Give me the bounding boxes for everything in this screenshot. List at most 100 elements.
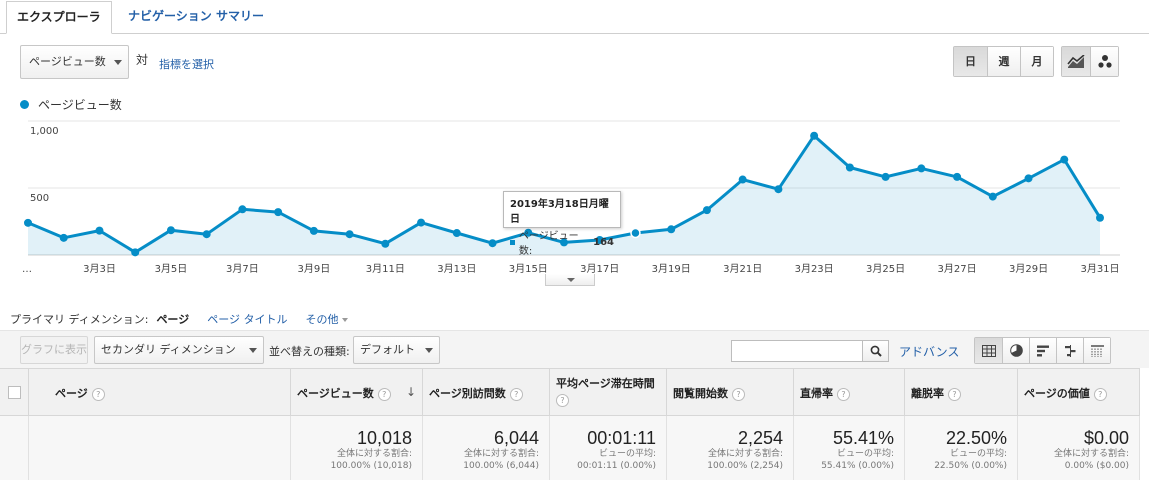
help-icon[interactable]: ? [91, 387, 105, 401]
x-tick-label: 3月23日 [795, 263, 834, 275]
x-tick-label: 3月29日 [1009, 263, 1048, 275]
tooltip-series-swatch [510, 239, 515, 245]
metric-select[interactable]: ページビュー数 [20, 45, 129, 79]
col-header-label: 離脱率 [911, 387, 944, 400]
tab-explorer[interactable]: エクスプローラ [6, 1, 112, 34]
col-header-page[interactable]: ページ? [28, 369, 290, 416]
tab-navigation-summary[interactable]: ナビゲーション サマリー [118, 1, 274, 34]
col-header-pageviews[interactable]: ページビュー数? ↓ [290, 369, 422, 416]
tooltip-date: 2019年3月18日月曜日 [510, 199, 609, 225]
table-toolbar: グラフに表示 セカンダリ ディメンション 並べ替えの種類: デフォルト アドバン… [0, 330, 1149, 368]
dimension-page[interactable]: ページ [156, 311, 189, 327]
legend-label: ページビュー数 [38, 98, 122, 112]
data-point [131, 248, 140, 257]
totals-checkbox-cell [0, 416, 28, 480]
col-header-avg-time[interactable]: 平均ページ滞在時間 ? [549, 369, 666, 416]
dimension-other-label: その他 [305, 313, 339, 326]
col-header-label: ページの価値 [1024, 387, 1090, 400]
comparison-icon [1064, 344, 1075, 357]
motion-chart-button[interactable] [1090, 47, 1118, 76]
help-icon[interactable]: ? [732, 387, 745, 401]
sort-descending-icon: ↓ [405, 385, 416, 399]
primary-dimension-label: プライマリ ディメンション: [10, 313, 149, 326]
total-avg-time: 00:01:11 ビューの平均: 00:01:11 (0.00%) [549, 416, 666, 480]
chart-collapse-handle[interactable] [545, 274, 595, 286]
chevron-down-icon [249, 348, 257, 353]
table-view-pivot-button[interactable] [1083, 338, 1110, 363]
help-icon[interactable]: ? [509, 387, 523, 401]
x-tick-label: 3月13日 [437, 263, 476, 275]
help-icon[interactable]: ? [1093, 387, 1107, 401]
col-header-exit-rate[interactable]: 離脱率? [904, 369, 1017, 416]
data-point [917, 164, 926, 173]
table-view-bar-button[interactable] [1029, 338, 1056, 363]
data-point [59, 233, 68, 242]
total-sub-value: 100.00% (6,044) [463, 461, 539, 471]
x-tick-label: 3月19日 [652, 263, 691, 275]
choose-metric-link[interactable]: 指標を選択 [159, 56, 214, 72]
data-point [345, 230, 354, 239]
table-view-data-button[interactable] [975, 338, 1002, 363]
total-value: 10,018 [356, 428, 412, 448]
col-header-entrances[interactable]: 閲覧開始数? [666, 369, 793, 416]
table-view-comparison-button[interactable] [1056, 338, 1083, 363]
data-point [702, 206, 711, 215]
total-sub-value: 100.00% (2,254) [707, 461, 783, 471]
total-sub-label: ビューの平均: [598, 449, 656, 459]
total-value: 2,254 [737, 428, 783, 448]
select-all-cell [0, 369, 28, 416]
plot-rows-button[interactable]: グラフに表示 [20, 336, 88, 364]
help-icon[interactable]: ? [837, 387, 850, 401]
dimension-other[interactable]: その他 [306, 311, 348, 327]
chart-tooltip: 2019年3月18日月曜日 ページビュー数: 164 [503, 191, 621, 257]
data-point [417, 218, 426, 227]
total-page-value: $0.00 全体に対する割合: 0.00% ($0.00) [1017, 416, 1140, 480]
period-month-button[interactable]: 月 [1020, 47, 1053, 76]
period-day-button[interactable]: 日 [954, 47, 987, 76]
grid-table-icon [981, 344, 996, 357]
total-sub-label: 全体に対する割合: [707, 449, 783, 459]
help-icon[interactable]: ? [377, 387, 391, 401]
search-button[interactable] [862, 340, 889, 362]
table-view-pie-button[interactable] [1002, 338, 1029, 363]
col-header-page-value[interactable]: ページの価値? [1017, 369, 1140, 416]
period-week-button[interactable]: 週 [987, 47, 1020, 76]
total-value: 22.50% [945, 428, 1007, 448]
bar-chart-icon [1036, 345, 1049, 356]
sort-type-select[interactable]: デフォルト [353, 336, 440, 364]
search-icon [870, 345, 882, 357]
sort-type-value: デフォルト [360, 343, 415, 356]
data-point [1096, 213, 1104, 222]
x-tick-label: 3月31日 [1080, 263, 1119, 275]
help-icon[interactable]: ? [948, 387, 961, 401]
sort-type-label: 並べ替えの種類: [269, 345, 350, 358]
help-icon[interactable]: ? [556, 394, 569, 407]
data-point [953, 172, 962, 181]
total-sub-value: 00:01:11 (0.00%) [577, 461, 656, 471]
total-value: $0.00 [1083, 428, 1129, 448]
col-header-label: ページビュー数 [297, 387, 374, 400]
table-header: ページ? ページビュー数? ↓ ページ別訪問数? 平均ページ滞在時間 ? 閲覧開… [0, 368, 1140, 416]
x-tick-label: 3月9日 [297, 263, 330, 275]
total-sub-label: 全体に対する割合: [336, 449, 412, 459]
secondary-dimension-select[interactable]: セカンダリ ディメンション [94, 336, 264, 364]
data-point [381, 239, 390, 248]
col-header-label: 直帰率 [800, 387, 833, 400]
metric-select-value: ページビュー数 [29, 55, 106, 68]
select-all-checkbox[interactable] [8, 386, 21, 399]
advanced-filter-link[interactable]: アドバンス [899, 343, 959, 360]
total-value: 55.41% [832, 428, 894, 448]
data-point [667, 225, 676, 234]
table-search-input[interactable] [731, 340, 863, 362]
line-chart-button[interactable] [1062, 47, 1090, 76]
data-point [738, 175, 747, 184]
data-point [488, 239, 497, 248]
tooltip-value: 164 [593, 236, 614, 248]
tooltip-label: ページビュー数: [518, 231, 579, 257]
total-bounce-rate: 55.41% ビューの平均: 55.41% (0.00%) [793, 416, 904, 480]
data-point [309, 226, 318, 235]
col-header-bounce-rate[interactable]: 直帰率? [793, 369, 904, 416]
data-point [274, 208, 283, 217]
col-header-unique-pageviews[interactable]: ページ別訪問数? [422, 369, 549, 416]
dimension-page-title[interactable]: ページ タイトル [207, 311, 287, 327]
